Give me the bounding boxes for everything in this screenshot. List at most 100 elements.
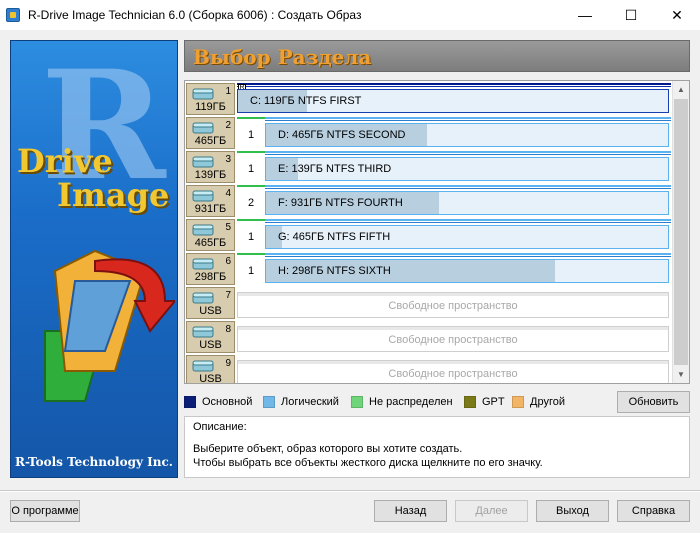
disk-number: 5 (225, 222, 231, 233)
disk-icon-button[interactable]: 1 119ГБ (186, 83, 235, 115)
description-panel: Описание: Выберите объект, образ которог… (184, 416, 690, 478)
exit-button[interactable]: Выход (536, 500, 609, 522)
disk-row[interactable]: 8 USB Свободное пространство (185, 320, 673, 354)
disk-number: 8 (225, 324, 231, 335)
folder-arrow-icon (44, 249, 175, 402)
unallocated-line (237, 219, 265, 223)
disk-icon-button[interactable]: 5 465ГБ (186, 219, 235, 251)
partition-label: H: 298ГБ NTFS SIXTH (278, 265, 391, 277)
title-bar: R-Drive Image Technician 6.0 (Сборка 600… (0, 0, 700, 30)
disk-row[interactable]: 6 298ГБ 1 H: 298ГБ NTFS SIXTH (185, 252, 673, 286)
legend-label: Логический (281, 396, 339, 408)
disk-size: USB (199, 339, 222, 351)
about-button[interactable]: О программе (10, 500, 80, 522)
disk-icon-button[interactable]: 3 139ГБ (186, 151, 235, 183)
page-heading: Выбор Раздела (184, 40, 690, 72)
legend-other: Другой (512, 396, 565, 408)
disk-icon-button[interactable]: 7 USB (186, 287, 235, 319)
partition-layout-line (265, 219, 671, 223)
disk-size: 465ГБ (194, 135, 227, 147)
partition-label: G: 465ГБ NTFS FIFTH (278, 231, 391, 243)
partition-layout-line (237, 83, 671, 87)
scroll-up-icon[interactable]: ▲ (673, 81, 689, 98)
extended-partition-number: 1 (239, 123, 263, 147)
footer-divider-highlight (0, 491, 700, 492)
minimize-button[interactable]: — (562, 0, 608, 30)
partition-c[interactable]: C: 119ГБ NTFS FIRST (237, 89, 669, 113)
free-space[interactable]: Свободное пространство (237, 360, 669, 383)
partition-layout-line (265, 185, 671, 189)
close-icon: ✕ (671, 6, 683, 23)
unallocated-line (237, 117, 265, 121)
partition-h[interactable]: H: 298ГБ NTFS SIXTH (265, 259, 669, 283)
disk-icon-button[interactable]: 9 USB (186, 355, 235, 384)
refresh-button[interactable]: Обновить (617, 391, 690, 413)
free-space[interactable]: Свободное пространство (237, 292, 669, 318)
disk-icon-button[interactable]: 2 465ГБ (186, 117, 235, 149)
legend-label: Основной (202, 396, 253, 408)
back-button[interactable]: Назад (374, 500, 447, 522)
partition-layout-line (265, 253, 671, 257)
partition-layout-line (265, 151, 671, 155)
usb-disk-icon (192, 292, 214, 304)
hard-disk-icon (192, 224, 214, 236)
partition-f[interactable]: F: 931ГБ NTFS FOURTH (265, 191, 669, 215)
hard-disk-icon (192, 122, 214, 134)
legend-swatch (263, 396, 275, 408)
partition-list[interactable]: 1 119ГБ R C: 119ГБ NTFS FIRST 2 465ГБ 1 … (184, 80, 690, 384)
extended-partition-number: 2 (239, 191, 263, 215)
disk-size: 298ГБ (194, 271, 227, 283)
partition-label: F: 931ГБ NTFS FOURTH (278, 197, 403, 209)
disk-row[interactable]: 2 465ГБ 1 D: 465ГБ NTFS SECOND (185, 116, 673, 150)
disk-number: 1 (225, 86, 231, 97)
disk-row[interactable]: 7 USB Свободное пространство (185, 286, 673, 320)
legend-unallocated: Не распределен (351, 396, 453, 408)
legend-swatch (464, 396, 476, 408)
maximize-icon: ☐ (624, 6, 638, 23)
disk-size: 465ГБ (194, 237, 227, 249)
page-title: Выбор Раздела (193, 45, 372, 69)
disk-row[interactable]: 4 931ГБ 2 F: 931ГБ NTFS FOURTH (185, 184, 673, 218)
hard-disk-icon (192, 88, 214, 100)
disk-number: 9 (225, 358, 231, 369)
partition-g[interactable]: G: 465ГБ NTFS FIFTH (265, 225, 669, 249)
free-space[interactable]: Свободное пространство (237, 326, 669, 352)
disk-size: 931ГБ (194, 203, 227, 215)
scroll-down-icon[interactable]: ▼ (673, 366, 689, 383)
partition-area: Свободное пространство (237, 287, 671, 319)
disk-number: 4 (225, 188, 231, 199)
extended-partition-number: 1 (239, 157, 263, 181)
disk-size: USB (199, 305, 222, 317)
close-button[interactable]: ✕ (654, 0, 700, 30)
disk-icon-button[interactable]: 4 931ГБ (186, 185, 235, 217)
disk-number: 7 (225, 290, 231, 301)
partition-area: R C: 119ГБ NTFS FIRST (237, 83, 671, 115)
legend-logical: Логический (263, 396, 339, 408)
help-button[interactable]: Справка (617, 500, 690, 522)
maximize-button[interactable]: ☐ (608, 0, 654, 30)
legend-gpt: GPT (464, 396, 505, 408)
partition-layout-line (265, 117, 671, 121)
disk-number: 2 (225, 120, 231, 131)
disk-row[interactable]: 9 USB Свободное пространство (185, 354, 673, 384)
vertical-scrollbar[interactable]: ▲ ▼ (672, 81, 689, 383)
disk-row[interactable]: 3 139ГБ 1 E: 139ГБ NTFS THIRD (185, 150, 673, 184)
disk-size: 139ГБ (194, 169, 227, 181)
disk-icon-button[interactable]: 6 298ГБ (186, 253, 235, 285)
disk-size: USB (199, 373, 222, 384)
partition-area: 1 D: 465ГБ NTFS SECOND (237, 117, 671, 149)
disk-icon-button[interactable]: 8 USB (186, 321, 235, 353)
partition-area: Свободное пространство (237, 355, 671, 383)
partition-label: D: 465ГБ NTFS SECOND (278, 129, 406, 141)
usb-disk-icon (192, 326, 214, 338)
scroll-thumb[interactable] (674, 99, 688, 365)
logo-image-text: Image (57, 176, 170, 214)
partition-e[interactable]: E: 139ГБ NTFS THIRD (265, 157, 669, 181)
disk-row[interactable]: 5 465ГБ 1 G: 465ГБ NTFS FIFTH (185, 218, 673, 252)
description-title: Описание: (193, 421, 247, 433)
unallocated-line (237, 185, 265, 189)
disk-row[interactable]: 1 119ГБ R C: 119ГБ NTFS FIRST (185, 82, 673, 116)
partition-area: 2 F: 931ГБ NTFS FOURTH (237, 185, 671, 217)
next-button[interactable]: Далее (455, 500, 528, 522)
partition-d[interactable]: D: 465ГБ NTFS SECOND (265, 123, 669, 147)
